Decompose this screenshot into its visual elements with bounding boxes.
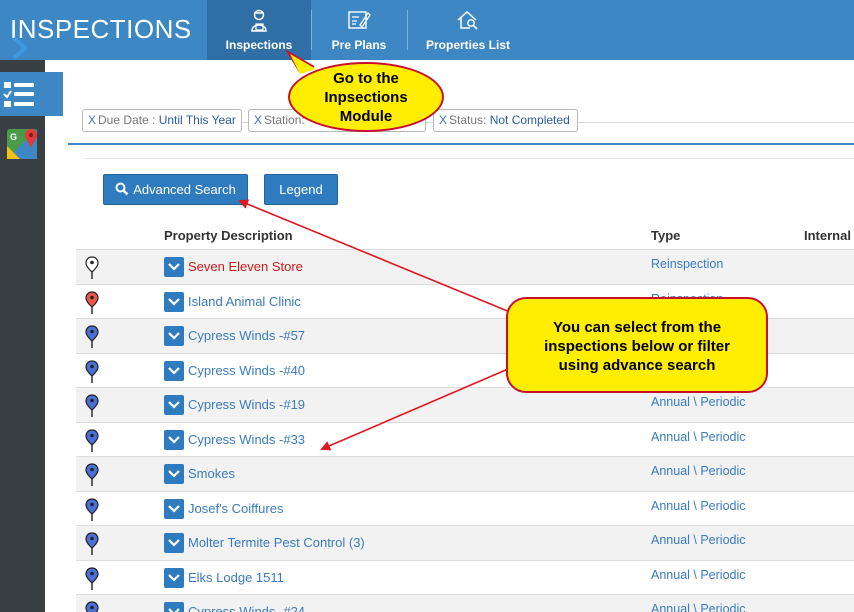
legend-label: Legend (279, 182, 323, 197)
inspection-type: Annual \ Periodic (651, 498, 746, 513)
map-pin-icon (85, 359, 99, 383)
svg-text:G: G (10, 132, 17, 142)
filter-key: Due Date : (98, 113, 159, 127)
tab-properties-list[interactable]: Properties List (407, 0, 529, 60)
table-row[interactable]: Molter Termite Pest Control (3) Annual \ … (76, 525, 854, 560)
map-pin-icon (85, 566, 99, 590)
inspection-type: Annual \ Periodic (651, 395, 746, 409)
property-name-link[interactable]: Cypress Winds -#33 (188, 432, 305, 447)
search-icon (115, 182, 129, 196)
property-name-link[interactable]: Molter Termite Pest Control (3) (188, 535, 365, 550)
top-nav-bar: INSPECTIONS Inspections Pre Plans Proper… (0, 0, 854, 60)
map-pin-icon (85, 394, 99, 417)
property-name-link[interactable]: Josef's Coiffures (188, 501, 283, 516)
filter-key: Status: (449, 113, 490, 127)
table-row[interactable]: Josef's Coiffures Annual \ Periodic (76, 490, 854, 526)
sidebar-map-button[interactable]: G (0, 126, 45, 162)
inspection-type: Annual \ Periodic (651, 533, 746, 547)
chevron-down-icon (168, 539, 180, 547)
checklist-icon (3, 82, 34, 107)
chevron-right-icon (12, 36, 28, 60)
section-divider (68, 143, 854, 145)
house-search-icon (457, 10, 478, 30)
chevron-down-icon (168, 435, 180, 444)
preplan-icon (348, 11, 371, 29)
toolbar-line (85, 158, 854, 159)
row-dropdown-button[interactable] (164, 498, 184, 519)
inspection-type: Annual \ Periodic (651, 567, 746, 582)
inspection-type: Annual \ Periodic (651, 464, 746, 478)
advanced-search-label: Advanced Search (133, 182, 236, 197)
property-name-link[interactable]: Smokes (188, 466, 235, 481)
tab-inspections[interactable]: Inspections (207, 0, 311, 60)
column-header-internal[interactable]: Internal (804, 228, 851, 243)
filter-value: Not Completed (489, 113, 570, 127)
map-pin-icon (85, 428, 99, 452)
row-dropdown-button[interactable] (164, 533, 184, 553)
property-name-link[interactable]: Cypress Winds -#24 (188, 604, 305, 612)
chevron-down-icon (168, 263, 180, 271)
row-dropdown-button[interactable] (164, 291, 184, 312)
google-maps-icon: G (7, 129, 37, 159)
inspection-type: Reinspection (651, 257, 724, 271)
inspection-type: Annual \ Periodic (651, 602, 746, 612)
inspector-icon (251, 9, 267, 32)
tab-pre-plans[interactable]: Pre Plans (311, 0, 407, 60)
property-name-link[interactable]: Cypress Winds -#40 (188, 363, 305, 378)
table-row[interactable]: Cypress Winds -#33 Annual \ Periodic (76, 421, 854, 457)
map-pin-icon (85, 532, 99, 555)
callout-module-text: Go to the Inpsections Module (324, 70, 408, 125)
property-name-link[interactable]: Island Animal Clinic (188, 294, 301, 309)
row-dropdown-button[interactable] (164, 567, 184, 588)
remove-filter-icon[interactable]: X (88, 113, 96, 127)
tab-pre-plans-label: Pre Plans (331, 38, 387, 52)
chevron-down-icon (168, 470, 180, 478)
chevron-down-icon (168, 297, 180, 306)
legend-button[interactable]: Legend (264, 174, 338, 205)
property-name-link[interactable]: Elks Lodge 1511 (188, 570, 284, 585)
table-row[interactable]: Smokes Annual \ Periodic (76, 456, 854, 491)
map-pin-icon (85, 497, 99, 521)
row-dropdown-button[interactable] (164, 429, 184, 450)
callout-select-inspections: You can select from the inspections belo… (506, 297, 768, 393)
table-row[interactable]: Elks Lodge 1511 Annual \ Periodic (76, 559, 854, 595)
chevron-down-icon (168, 608, 180, 612)
row-dropdown-button[interactable] (164, 326, 184, 346)
filter-chip-status[interactable]: X Status: Not Completed (433, 109, 578, 132)
remove-filter-icon[interactable]: X (254, 113, 262, 127)
inspection-type: Annual \ Periodic (651, 429, 746, 444)
property-name-link[interactable]: Cypress Winds -#57 (188, 328, 305, 343)
map-pin-icon (85, 325, 99, 348)
map-pin-icon (85, 601, 99, 612)
chevron-down-icon (168, 573, 180, 582)
column-header-type[interactable]: Type (651, 228, 680, 243)
filter-value: Until This Year (158, 113, 236, 127)
chevron-down-icon (168, 401, 180, 409)
chevron-down-icon (168, 504, 180, 513)
chevron-down-icon (168, 366, 180, 375)
tab-inspections-label: Inspections (225, 38, 293, 52)
callout-go-to-inspections: Go to the Inpsections Module (288, 62, 444, 132)
row-dropdown-button[interactable] (164, 464, 184, 484)
sidebar-expand-button[interactable] (0, 30, 45, 66)
tab-properties-list-label: Properties List (425, 38, 511, 52)
map-pin-icon (85, 463, 99, 486)
filter-chip-due-date[interactable]: X Due Date : Until This Year (82, 109, 242, 132)
sidebar-list-view-button[interactable] (0, 72, 63, 116)
property-name-link[interactable]: Seven Eleven Store (188, 259, 303, 274)
property-name-link[interactable]: Cypress Winds -#19 (188, 397, 305, 412)
callout-select-text: You can select from the inspections belo… (544, 319, 730, 374)
map-pin-icon (85, 290, 99, 314)
advanced-search-button[interactable]: Advanced Search (103, 174, 248, 205)
map-pin-icon (85, 256, 99, 279)
column-header-property[interactable]: Property Description (164, 228, 293, 243)
table-row[interactable]: Seven Eleven Store Reinspection (76, 249, 854, 284)
row-dropdown-button[interactable] (164, 360, 184, 381)
row-dropdown-button[interactable] (164, 257, 184, 277)
app-window: INSPECTIONS Inspections Pre Plans Proper… (0, 0, 854, 612)
chevron-down-icon (168, 332, 180, 340)
row-dropdown-button[interactable] (164, 602, 184, 612)
table-row[interactable]: Cypress Winds -#24 Annual \ Periodic (76, 594, 854, 612)
row-dropdown-button[interactable] (164, 395, 184, 415)
